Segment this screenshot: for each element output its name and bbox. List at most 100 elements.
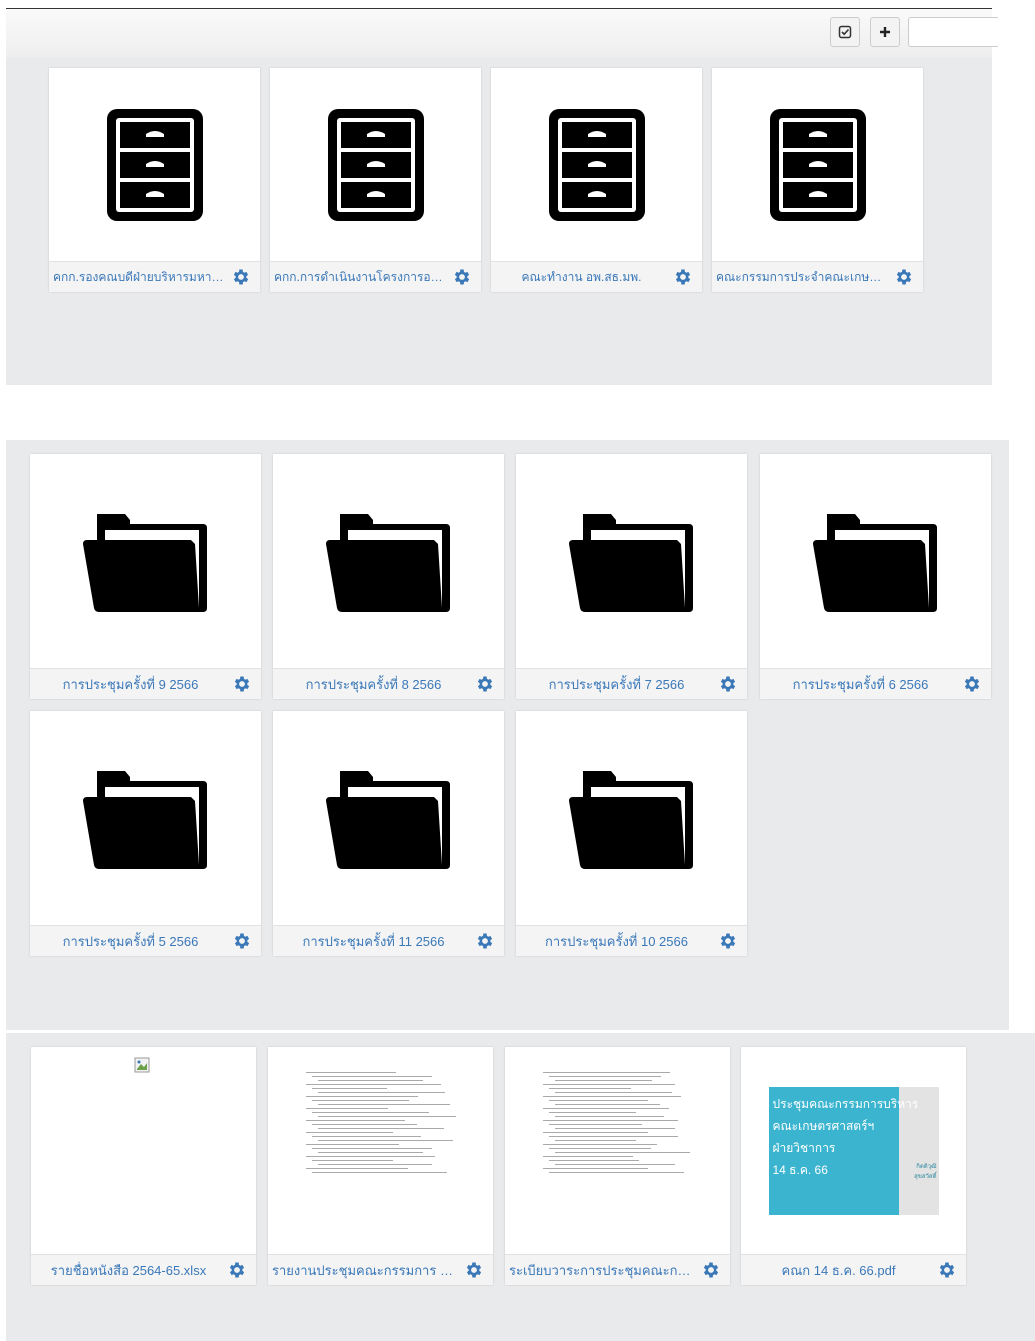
gear-icon [454, 269, 470, 285]
item-thumbnail[interactable] [270, 68, 481, 262]
item-card[interactable]: การประชุมครั้งที่ 7 2566 [516, 454, 747, 699]
search-input[interactable] [908, 17, 998, 47]
item-caption: การประชุมครั้งที่ 5 2566 [30, 925, 261, 956]
gear-icon [477, 933, 493, 949]
check-square-icon [838, 25, 852, 39]
item-card[interactable]: รายชื่อหนังสือ 2564-65.xlsx [31, 1047, 256, 1285]
item-thumbnail[interactable] [516, 454, 747, 669]
item-caption: การประชุมครั้งที่ 7 2566 [516, 668, 747, 699]
item-settings-button[interactable] [230, 266, 252, 288]
item-label[interactable]: คกก.การดำเนินงานโครงการอนุรั... [270, 268, 451, 287]
item-card[interactable]: ประชุมคณะกรรมการบริหาร คณะเกษตรศาสตร์ฯ ฝ่า… [741, 1047, 966, 1285]
item-settings-button[interactable] [451, 266, 473, 288]
item-settings-button[interactable] [672, 266, 694, 288]
item-label[interactable]: คณะทำงาน อพ.สธ.มพ. [491, 268, 672, 287]
item-settings-button[interactable] [231, 930, 253, 952]
pdf-cover-line3: ฝ่ายวิชาการ [772, 1141, 836, 1155]
broken-image-icon [134, 1057, 150, 1073]
item-card[interactable]: รายงานประชุมคณะกรรมการ 10-... [268, 1047, 493, 1285]
item-card[interactable]: การประชุมครั้งที่ 10 2566 [516, 711, 747, 956]
item-card[interactable]: คณะกรรมการประจำคณะเกษตร... [712, 68, 923, 292]
item-thumbnail[interactable] [273, 711, 504, 926]
add-button[interactable] [870, 17, 900, 47]
select-toggle-button[interactable] [830, 17, 860, 47]
item-settings-button[interactable] [717, 673, 739, 695]
pdf-cover-side2: สุขสวัสดิ์ [914, 1174, 937, 1180]
item-label[interactable]: การประชุมครั้งที่ 10 2566 [516, 931, 717, 952]
item-caption: รายชื่อหนังสือ 2564-65.xlsx [31, 1254, 256, 1285]
item-caption: การประชุมครั้งที่ 11 2566 [273, 925, 504, 956]
item-settings-button[interactable] [463, 1259, 485, 1281]
gear-icon [234, 676, 250, 692]
pdf-cover-side1: กิตติวุฒิ [916, 1164, 937, 1170]
gear-icon [675, 269, 691, 285]
item-label[interactable]: รายงานประชุมคณะกรรมการ 10-... [268, 1260, 463, 1281]
item-settings-button[interactable] [700, 1259, 722, 1281]
item-label[interactable]: คณก 14 ธ.ค. 66.pdf [741, 1260, 936, 1281]
item-thumbnail[interactable] [268, 1047, 493, 1255]
item-label[interactable]: การประชุมครั้งที่ 7 2566 [516, 674, 717, 695]
item-settings-button[interactable] [474, 930, 496, 952]
item-thumbnail[interactable] [516, 711, 747, 926]
item-label[interactable]: รายชื่อหนังสือ 2564-65.xlsx [31, 1260, 226, 1281]
item-card[interactable]: คกก.รองคณบดีฝ่ายบริหารมหาวิ... [49, 68, 260, 292]
item-settings-button[interactable] [936, 1259, 958, 1281]
gear-icon [234, 933, 250, 949]
item-thumbnail[interactable] [273, 454, 504, 669]
item-card[interactable]: คณะทำงาน อพ.สธ.มพ. [491, 68, 702, 292]
item-label[interactable]: คกก.รองคณบดีฝ่ายบริหารมหาวิ... [49, 268, 230, 287]
item-caption: คณะทำงาน อพ.สธ.มพ. [491, 261, 702, 292]
item-thumbnail[interactable] [31, 1047, 256, 1255]
gear-icon [939, 1262, 955, 1278]
item-card[interactable]: ระเบียบวาระการประชุมคณะกรรม... [505, 1047, 730, 1285]
item-card[interactable]: คกก.การดำเนินงานโครงการอนุรั... [270, 68, 481, 292]
gear-icon [720, 676, 736, 692]
pdf-cover-preview: ประชุมคณะกรรมการบริหาร คณะเกษตรศาสตร์ฯ ฝ่า… [768, 1087, 939, 1215]
item-thumbnail[interactable] [505, 1047, 730, 1255]
item-settings-button[interactable] [961, 673, 983, 695]
item-thumbnail[interactable] [30, 711, 261, 926]
item-settings-button[interactable] [893, 266, 915, 288]
item-card[interactable]: การประชุมครั้งที่ 6 2566 [760, 454, 991, 699]
item-thumbnail[interactable] [30, 454, 261, 669]
item-caption: การประชุมครั้งที่ 10 2566 [516, 925, 747, 956]
item-card[interactable]: การประชุมครั้งที่ 8 2566 [273, 454, 504, 699]
item-label[interactable]: คณะกรรมการประจำคณะเกษตร... [712, 268, 893, 287]
item-settings-button[interactable] [717, 930, 739, 952]
gear-icon [964, 676, 980, 692]
item-caption: คณะกรรมการประจำคณะเกษตร... [712, 261, 923, 292]
item-caption: คกก.การดำเนินงานโครงการอนุรั... [270, 261, 481, 292]
item-card[interactable]: การประชุมครั้งที่ 11 2566 [273, 711, 504, 956]
item-thumbnail[interactable]: ประชุมคณะกรรมการบริหาร คณะเกษตรศาสตร์ฯ ฝ่า… [741, 1047, 966, 1255]
folder-icon [82, 513, 207, 612]
item-thumbnail[interactable] [760, 454, 991, 669]
item-thumbnail[interactable] [712, 68, 923, 262]
item-settings-button[interactable] [474, 673, 496, 695]
folder-icon [568, 513, 693, 612]
gear-icon [477, 676, 493, 692]
item-label[interactable]: การประชุมครั้งที่ 5 2566 [30, 931, 231, 952]
item-card[interactable]: การประชุมครั้งที่ 9 2566 [30, 454, 261, 699]
item-card[interactable]: การประชุมครั้งที่ 5 2566 [30, 711, 261, 956]
item-caption: การประชุมครั้งที่ 9 2566 [30, 668, 261, 699]
item-settings-button[interactable] [226, 1259, 248, 1281]
item-label[interactable]: การประชุมครั้งที่ 11 2566 [273, 931, 474, 952]
folder-icon [82, 770, 207, 869]
document-preview [542, 1069, 693, 1234]
filing-cabinet-icon [327, 109, 424, 221]
folder-icon [325, 513, 450, 612]
item-label[interactable]: การประชุมครั้งที่ 9 2566 [30, 674, 231, 695]
folder-icon [568, 770, 693, 869]
item-label[interactable]: ระเบียบวาระการประชุมคณะกรรม... [505, 1260, 700, 1281]
item-label[interactable]: การประชุมครั้งที่ 8 2566 [273, 674, 474, 695]
filing-cabinet-icon [769, 109, 866, 221]
item-caption: รายงานประชุมคณะกรรมการ 10-... [268, 1254, 493, 1285]
gear-icon [703, 1262, 719, 1278]
gear-icon [720, 933, 736, 949]
item-label[interactable]: การประชุมครั้งที่ 6 2566 [760, 674, 961, 695]
item-thumbnail[interactable] [491, 68, 702, 262]
toolbar [6, 8, 998, 58]
item-thumbnail[interactable] [49, 68, 260, 262]
gear-icon [896, 269, 912, 285]
item-settings-button[interactable] [231, 673, 253, 695]
